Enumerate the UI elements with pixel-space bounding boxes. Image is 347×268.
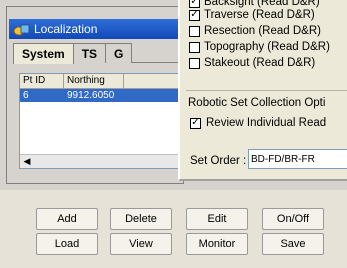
cell-northing: 9912.6050 <box>67 90 115 101</box>
check-backsight-label: Backsight (Read D&R) <box>204 0 320 8</box>
robotic-set-title: Robotic Set Collection Opti <box>188 97 326 109</box>
edit-button[interactable]: Edit <box>186 208 248 230</box>
tab-g[interactable]: G <box>105 43 133 63</box>
checkbox-topography[interactable] <box>189 41 200 53</box>
add-button[interactable]: Add <box>36 208 98 230</box>
tab-ts[interactable]: TS <box>72 43 107 63</box>
cell-pt-id: 6 <box>23 90 29 101</box>
review-individual-check[interactable]: ✓ Review Individual Read <box>190 117 326 129</box>
review-individual-label: Review Individual Read <box>206 117 327 129</box>
scroll-left-icon[interactable]: ◀ <box>20 155 34 168</box>
checkbox-backsight[interactable]: ✓ <box>189 0 200 8</box>
checkbox-review-individual[interactable]: ✓ <box>190 117 201 129</box>
delete-button[interactable]: Delete <box>110 208 172 230</box>
view-button[interactable]: View <box>110 233 172 255</box>
localization-titlebar: Localization <box>9 19 183 39</box>
column-header-northing[interactable]: Northing <box>64 74 124 88</box>
set-order-input[interactable] <box>248 149 347 169</box>
checkbox-resection[interactable] <box>189 25 200 37</box>
onoff-button[interactable]: On/Off <box>262 208 324 230</box>
check-traverse[interactable]: ✓ Traverse (Read D&R) <box>189 9 315 21</box>
localization-tabs: System TS G <box>13 43 183 64</box>
load-button[interactable]: Load <box>36 233 98 255</box>
check-stakeout[interactable]: Stakeout (Read D&R) <box>189 57 315 69</box>
save-button[interactable]: Save <box>262 233 324 255</box>
list-header: Pt ID Northing <box>20 74 186 89</box>
check-resection[interactable]: Resection (Read D&R) <box>189 25 321 37</box>
check-stakeout-label: Stakeout (Read D&R) <box>204 57 316 69</box>
monitor-button[interactable]: Monitor <box>186 233 248 255</box>
column-header-more[interactable] <box>124 74 186 88</box>
robotic-set-group: Robotic Set Collection Opti ✓ Review Ind… <box>186 90 347 180</box>
checkbox-traverse[interactable]: ✓ <box>189 9 200 21</box>
checkbox-stakeout[interactable] <box>189 57 200 69</box>
collection-options-panel: ✓ Backsight (Read D&R) ✓ Traverse (Read … <box>178 0 347 181</box>
column-header-pt-id[interactable]: Pt ID <box>20 74 64 88</box>
check-backsight[interactable]: ✓ Backsight (Read D&R) <box>189 0 320 8</box>
tab-system[interactable]: System <box>13 43 74 64</box>
localization-point-list[interactable]: Pt ID Northing 6 9912.6050 ◀ <box>19 73 187 169</box>
localization-title: Localization <box>34 22 98 36</box>
set-order-label: Set Order : <box>190 155 247 167</box>
horizontal-scrollbar[interactable]: ◀ <box>20 154 186 168</box>
check-topography[interactable]: Topography (Read D&R) <box>189 41 330 53</box>
localization-window: Localization System TS G Pt ID Northing … <box>6 6 187 184</box>
button-bar: Add Delete Edit On/Off Load View Monitor… <box>0 190 347 268</box>
check-topography-label: Topography (Read D&R) <box>204 41 330 53</box>
localization-app-icon <box>13 22 31 36</box>
table-row[interactable]: 6 9912.6050 <box>20 89 186 102</box>
check-traverse-label: Traverse (Read D&R) <box>204 9 315 21</box>
check-resection-label: Resection (Read D&R) <box>204 25 321 37</box>
